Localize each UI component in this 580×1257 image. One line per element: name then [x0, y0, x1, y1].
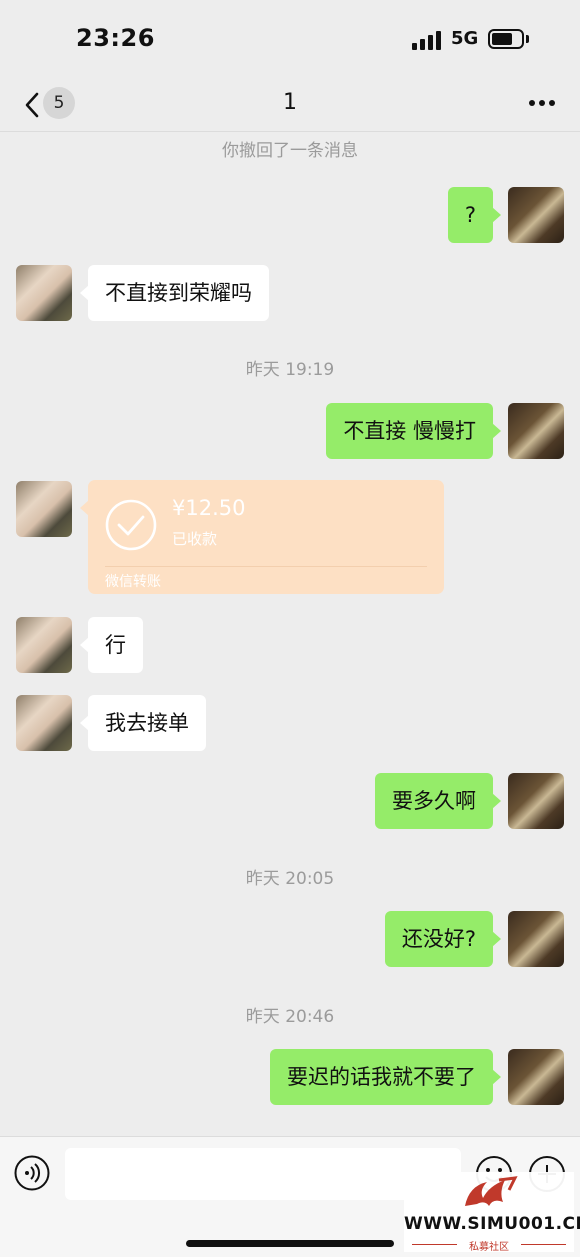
transfer-status: 已收款 — [172, 530, 218, 548]
avatar-me[interactable] — [508, 187, 564, 243]
avatar-contact[interactable] — [16, 481, 72, 537]
avatar-contact[interactable] — [16, 265, 72, 321]
avatar-contact[interactable] — [16, 695, 72, 751]
voice-icon[interactable] — [14, 1155, 50, 1191]
avatar-me[interactable] — [508, 1049, 564, 1105]
watermark-label: 私募社区 — [469, 1242, 509, 1253]
watermark: WWW.SIMU001.CN 私募社区 — [404, 1172, 580, 1253]
status-bar: 23:26 5G — [0, 0, 580, 80]
message-input[interactable] — [65, 1148, 461, 1200]
check-icon — [105, 499, 157, 551]
message-bubble-received[interactable]: 行 — [80, 617, 143, 673]
home-indicator[interactable] — [186, 1240, 394, 1247]
signal-icon — [412, 30, 442, 50]
message-bubble-received[interactable]: 不直接到荣耀吗 — [80, 265, 269, 321]
network-label: 5G — [451, 28, 479, 49]
avatar-me[interactable] — [508, 911, 564, 967]
more-icon[interactable] — [527, 98, 557, 108]
message-timestamp: 昨天 20:05 — [245, 869, 335, 889]
avatar-contact[interactable] — [16, 617, 72, 673]
message-bubble-sent[interactable]: 不直接 慢慢打 — [326, 403, 501, 459]
avatar-me[interactable] — [508, 403, 564, 459]
watermark-logo-icon — [465, 1176, 518, 1206]
message-timestamp: 昨天 19:19 — [245, 360, 335, 380]
transfer-amount: ¥12.50 — [172, 496, 246, 520]
chat-header: 5 1 — [0, 80, 580, 132]
watermark-site: WWW.SIMU001.CN — [404, 1214, 580, 1234]
message-bubble-sent[interactable]: 要多久啊 — [375, 773, 501, 829]
message-bubble-sent[interactable]: 还没好? — [384, 911, 502, 967]
transfer-card[interactable]: ¥12.50 已收款 微信转账 — [80, 480, 444, 594]
transfer-source: 微信转账 — [105, 574, 161, 590]
avatar-me[interactable] — [508, 773, 564, 829]
message-bubble-sent[interactable]: ? — [447, 187, 502, 243]
status-time: 23:26 — [76, 24, 155, 52]
message-bubble-received[interactable]: 我去接单 — [80, 695, 206, 751]
message-timestamp: 昨天 20:46 — [245, 1007, 335, 1027]
battery-icon — [488, 29, 524, 49]
message-bubble-sent[interactable]: 要迟的话我就不要了 — [270, 1049, 501, 1105]
divider — [105, 566, 427, 567]
recall-notice: 你撤回了一条消息 — [222, 141, 358, 161]
chat-title: 1 — [283, 90, 297, 115]
